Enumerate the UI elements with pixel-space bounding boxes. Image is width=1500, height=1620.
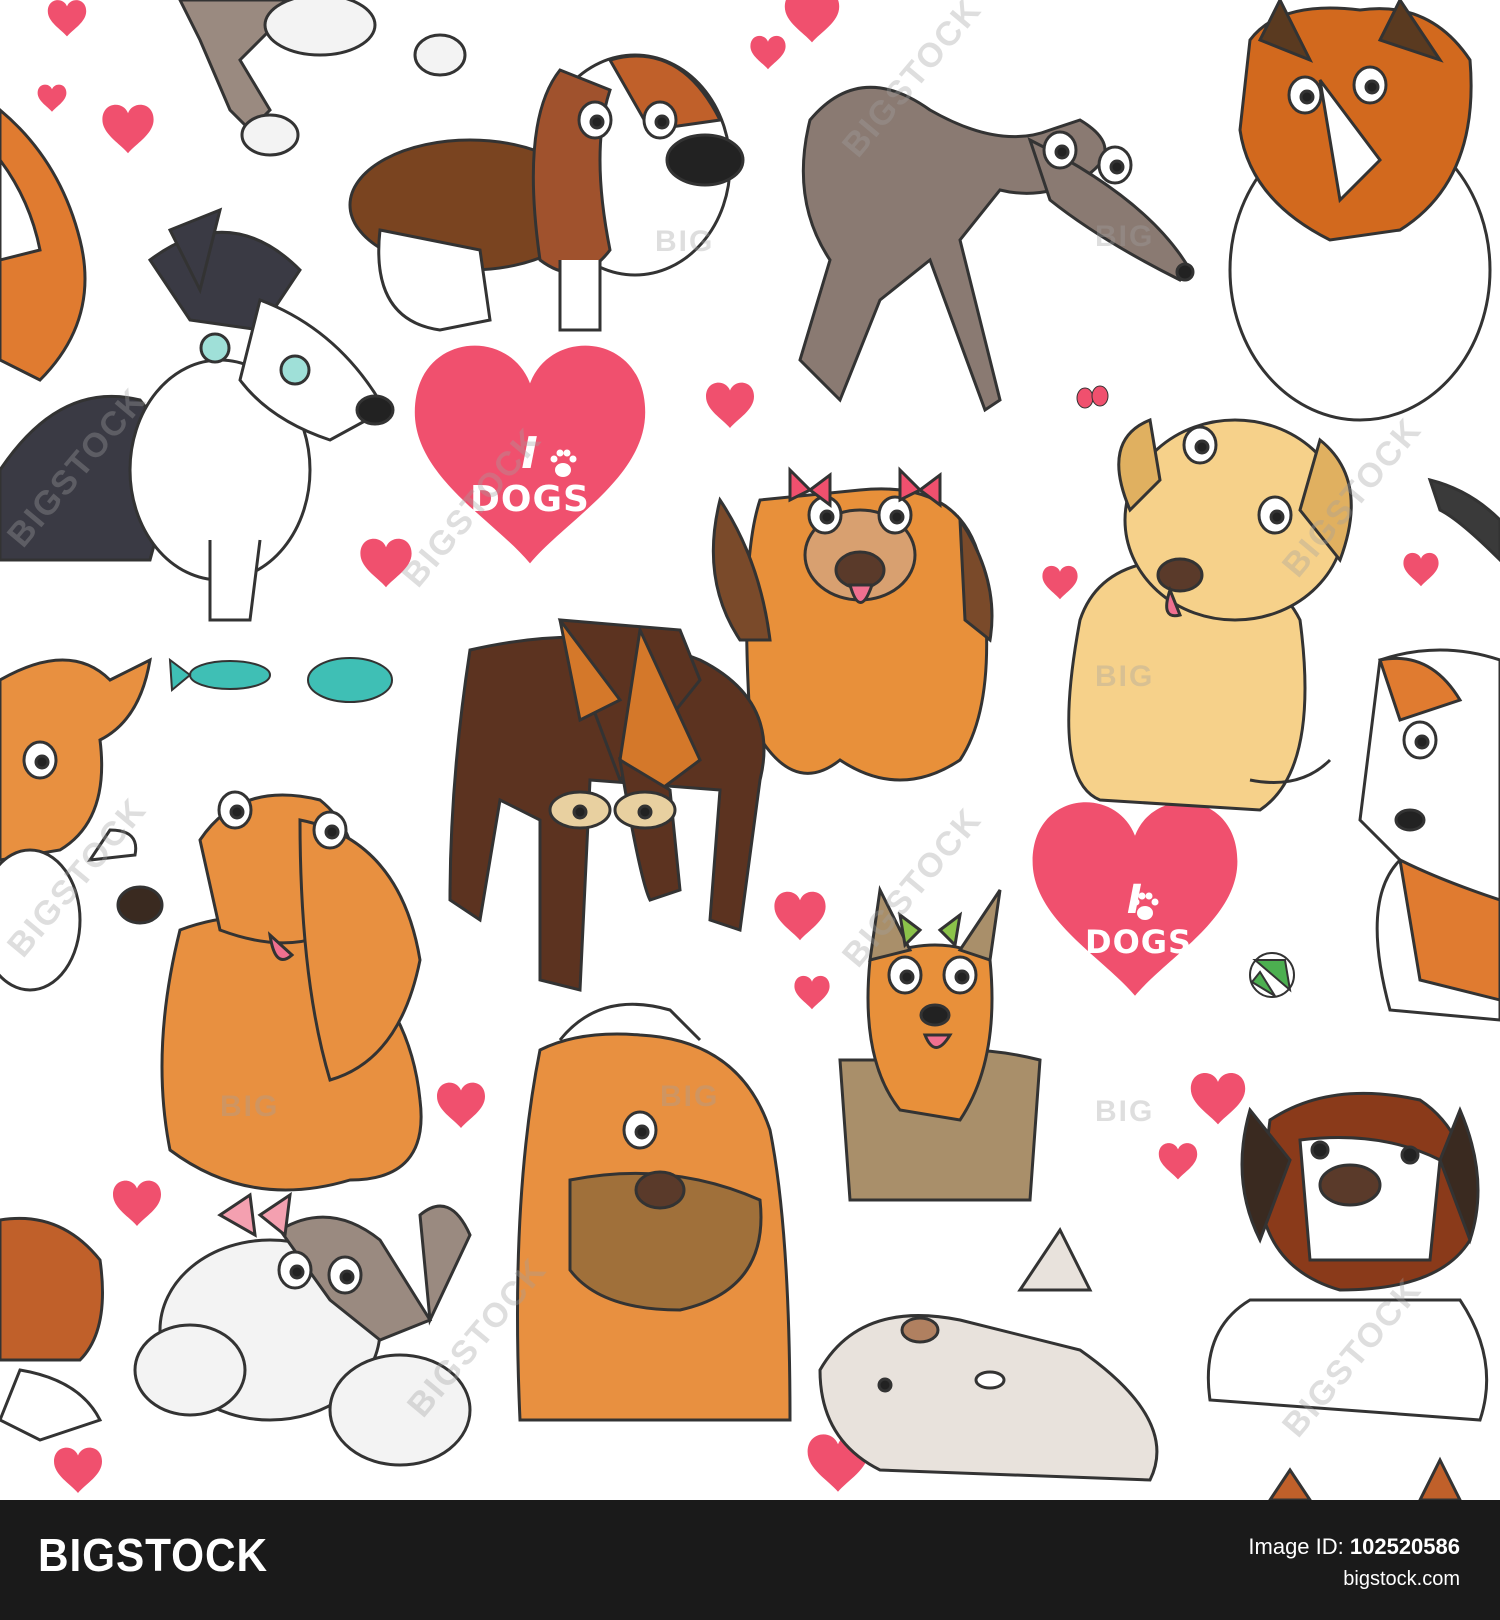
- heart-icon: [1190, 1072, 1246, 1125]
- watermark-small-text: BIG: [220, 1090, 280, 1123]
- stock-footer-bar: BIGSTOCK Image ID: 102520586 bigstock.co…: [0, 1500, 1500, 1620]
- labrador-dog: [1067, 417, 1353, 812]
- heart-icon: [1158, 1143, 1198, 1180]
- heart-icon: [102, 104, 154, 154]
- heart-dogs-word: DOGS: [1085, 923, 1193, 961]
- heart-icon: [1403, 552, 1439, 587]
- butterfly: [1076, 385, 1109, 409]
- bigstock-logo: BIGSTOCK: [38, 1529, 268, 1581]
- heart-icon: [1042, 565, 1078, 600]
- heart-icon: [47, 0, 87, 37]
- site-url[interactable]: bigstock.com: [1343, 1568, 1460, 1591]
- corgi-dog: [0, 108, 87, 382]
- heart-icon: [774, 891, 826, 941]
- heart-icon: [784, 0, 840, 43]
- corgi-dog: [0, 1216, 104, 1442]
- watermark-small-text: BIG: [1095, 220, 1155, 253]
- image-id-label: Image ID:: [1248, 1534, 1350, 1559]
- doberman-dog: [448, 618, 766, 992]
- image-id-line: Image ID: 102520586: [1248, 1534, 1460, 1560]
- heart-icon: [37, 84, 67, 112]
- heart-icon: [794, 975, 830, 1010]
- heart-icon: [437, 1082, 485, 1128]
- cocker-spaniel-dog: [116, 790, 423, 1192]
- heart-icon: [113, 1180, 161, 1226]
- ball-toy: [1249, 952, 1295, 998]
- poodle-dog: [133, 1191, 472, 1467]
- collie-dog: [1228, 0, 1492, 422]
- poodle-dog: [178, 0, 467, 157]
- beagle-dog: [348, 53, 745, 332]
- heart-icon: [54, 1447, 102, 1493]
- bull-terrier-dog: [818, 1227, 1159, 1482]
- watermark-small-text: BIG: [660, 1080, 720, 1113]
- watermark-small-text: BIG: [655, 225, 715, 258]
- dogs-pattern-illustration: [0, 0, 1500, 1500]
- watermark-small-text: BIG: [1095, 660, 1155, 693]
- stock-image: I DOGS I DOGS BIGSTOCK BIGSTOCK BIGSTOCK…: [0, 0, 1500, 1620]
- heart-i-letter: I: [1127, 877, 1143, 923]
- watermark-small-text: BIG: [1095, 1095, 1155, 1128]
- shar-pei-dog: [516, 1002, 792, 1422]
- heart-icon: [750, 35, 786, 70]
- big-heart-2-text: I DOGS: [1085, 877, 1193, 961]
- image-id-value: 102520586: [1349, 1534, 1460, 1559]
- heart-icon: [706, 382, 754, 428]
- fish-toy: [168, 657, 393, 703]
- corner-dog-ear: [1268, 1456, 1462, 1500]
